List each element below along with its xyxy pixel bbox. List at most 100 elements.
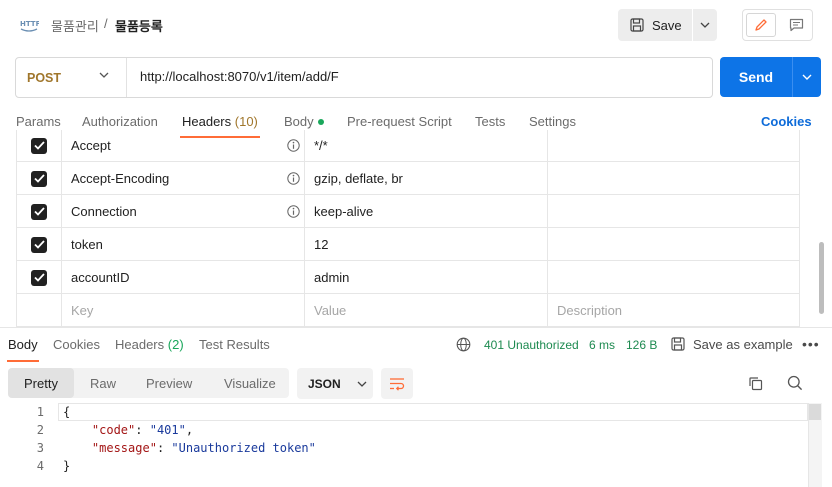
method-label: POST (27, 70, 62, 85)
scrollbar[interactable] (819, 242, 824, 314)
tab-body[interactable]: Body (284, 114, 324, 129)
table-row: Connection keep-alive (17, 195, 799, 228)
row-checkbox[interactable] (31, 203, 47, 220)
header-key[interactable]: Accept-Encoding (62, 162, 305, 195)
row-checkbox-cell (17, 228, 62, 261)
row-checkbox[interactable] (31, 137, 47, 154)
code-line: 1{ (0, 405, 832, 423)
header-key[interactable]: Accept (62, 130, 305, 162)
header-value-text: */* (314, 138, 328, 153)
check-icon (33, 207, 45, 216)
tab-headers[interactable]: Headers (10) (182, 114, 258, 129)
check-icon (33, 240, 45, 249)
json-punctuation: : (156, 441, 172, 455)
send-options-button[interactable] (792, 57, 821, 97)
chevron-down-icon (99, 72, 109, 78)
response-headers-label: Headers (115, 337, 165, 352)
header-value[interactable]: gzip, deflate, br (305, 162, 548, 195)
info-icon[interactable] (287, 205, 300, 218)
header-description[interactable] (548, 195, 799, 228)
tab-body-label: Body (284, 114, 314, 129)
save-options-button[interactable] (692, 9, 717, 41)
header-key[interactable]: accountID (62, 261, 305, 294)
save-button-group: Save (618, 9, 717, 41)
body-indicator-dot (317, 119, 324, 125)
json-punctuation (63, 441, 92, 455)
format-raw-button[interactable]: Raw (90, 368, 116, 398)
search-icon[interactable] (787, 375, 803, 391)
edit-button[interactable] (746, 13, 776, 37)
header-description[interactable] (548, 130, 799, 162)
comment-icon (789, 18, 803, 32)
tab-params[interactable]: Params (16, 114, 61, 129)
language-select[interactable]: JSON (297, 368, 373, 399)
info-icon[interactable] (287, 172, 300, 185)
new-description-input[interactable]: Description (548, 294, 799, 327)
response-body-editor[interactable]: 1{2 "code": "401", 3 "message": "Unauthor… (0, 403, 832, 487)
header-value[interactable]: 12 (305, 228, 548, 261)
header-description[interactable] (548, 261, 799, 294)
format-visualize-button[interactable]: Visualize (224, 368, 276, 398)
send-button[interactable]: Send (720, 57, 792, 97)
more-options-icon[interactable]: ••• (802, 336, 820, 352)
response-tab-body[interactable]: Body (8, 337, 38, 352)
request-name[interactable]: 물품등록 (115, 16, 163, 35)
response-size[interactable]: 126 B (626, 338, 657, 352)
editor-scrollbar-thumb[interactable] (809, 404, 821, 420)
copy-icon[interactable] (748, 376, 763, 391)
response-tab-headers[interactable]: Headers (2) (115, 337, 184, 352)
save-as-example-button[interactable]: Save as example (693, 337, 793, 352)
globe-icon[interactable] (456, 337, 471, 352)
header-description[interactable] (548, 228, 799, 261)
header-value[interactable]: keep-alive (305, 195, 548, 228)
row-checkbox[interactable] (31, 236, 47, 253)
line-number: 1 (36, 405, 44, 419)
url-bar: POST http://localhost:8070/v1/item/add/F (15, 57, 713, 98)
tab-settings[interactable]: Settings (529, 114, 576, 129)
json-punctuation (63, 423, 92, 437)
response-status[interactable]: 401 Unauthorized (484, 338, 579, 352)
chevron-down-icon (357, 381, 367, 387)
wrap-lines-button[interactable] (381, 368, 413, 399)
header-value[interactable]: */* (305, 130, 548, 162)
header-value[interactable]: admin (305, 261, 548, 294)
language-label: JSON (308, 376, 341, 391)
url-input[interactable]: http://localhost:8070/v1/item/add/F (140, 69, 339, 84)
breadcrumb-parent[interactable]: 물품관리 (51, 16, 99, 35)
header-description[interactable] (548, 162, 799, 195)
format-preview-button[interactable]: Preview (146, 368, 192, 398)
row-checkbox-cell (17, 261, 62, 294)
response-time[interactable]: 6 ms (589, 338, 615, 352)
code-line: 2 "code": "401", (0, 423, 832, 441)
save-label: Save (652, 17, 682, 33)
headers-table: Accept */* Accept-Encoding gzip, deflate, b… (16, 130, 800, 327)
response-tab-test-results[interactable]: Test Results (199, 337, 270, 352)
method-select[interactable]: POST (16, 58, 127, 97)
wrap-lines-icon (390, 377, 405, 391)
json-string: "Unauthorized token" (171, 441, 316, 455)
new-key-input[interactable]: Key (62, 294, 305, 327)
save-button[interactable]: Save (618, 9, 692, 41)
row-checkbox[interactable] (31, 269, 47, 286)
tab-tests[interactable]: Tests (475, 114, 505, 129)
save-icon (630, 18, 644, 32)
code-text: } (63, 459, 70, 473)
check-icon (33, 273, 45, 282)
header-key[interactable]: Connection (62, 195, 305, 228)
json-punctuation: { (63, 405, 71, 419)
tab-authorization[interactable]: Authorization (82, 114, 158, 129)
header-value-text: 12 (314, 237, 329, 252)
json-string: "401" (149, 423, 186, 437)
tab-prerequest-script[interactable]: Pre-request Script (347, 114, 452, 129)
comments-button[interactable] (781, 13, 811, 37)
row-checkbox[interactable] (31, 170, 47, 187)
response-tab-cookies[interactable]: Cookies (53, 337, 100, 352)
format-pretty-button[interactable]: Pretty (8, 368, 74, 398)
header-key[interactable]: token (62, 228, 305, 261)
new-value-input[interactable]: Value (305, 294, 548, 327)
header-key-text: token (71, 237, 103, 252)
info-icon[interactable] (287, 139, 300, 152)
cookies-link[interactable]: Cookies (761, 114, 812, 129)
response-headers-count: (2) (167, 337, 184, 352)
json-punctuation: } (63, 459, 71, 473)
